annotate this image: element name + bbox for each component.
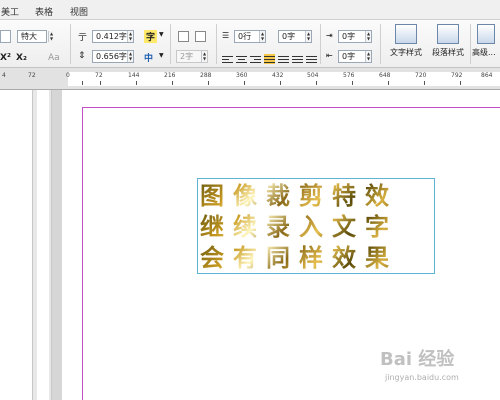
subscript-button[interactable]: X₂ — [16, 53, 27, 63]
text-style-button[interactable]: 文字样式 — [386, 24, 426, 64]
margin-guide-left — [82, 107, 83, 400]
ruler-label: 0 — [66, 72, 70, 79]
align-distribute-button[interactable] — [278, 54, 289, 64]
ruler-label: 504 — [307, 72, 319, 79]
paragraph-style-button[interactable]: 段落样式 — [428, 24, 468, 64]
indent-left-icon: ⇤ — [326, 51, 333, 60]
chevron-down-icon[interactable]: ▼ — [159, 31, 164, 38]
align-left-button[interactable] — [222, 54, 233, 64]
separator — [470, 24, 471, 64]
align-vertical-button[interactable] — [306, 54, 317, 64]
line-spacing-icon: ⇕ — [78, 51, 86, 61]
ruler-tick — [424, 81, 425, 85]
indent-left-arrows[interactable]: ▲ ▼ — [365, 51, 371, 62]
advanced-icon — [477, 24, 495, 44]
ruler-tick — [352, 81, 353, 85]
ruler-label: 792 — [451, 72, 463, 79]
menu-bar: 美工 表格 视图 — [0, 0, 500, 20]
ruler-label: 864 — [481, 72, 493, 79]
ruler-label: 720 — [415, 72, 427, 79]
ruler-tick — [82, 81, 83, 85]
menu-item-table[interactable]: 表格 — [35, 5, 53, 18]
margin-guide-top — [82, 107, 500, 108]
text-line-2[interactable]: 继续录入文字 — [200, 212, 398, 242]
separator — [70, 24, 71, 64]
space-before-arrows[interactable]: ▲ ▼ — [259, 31, 265, 42]
indent-left-icon[interactable] — [178, 31, 189, 42]
paragraph-style-icon — [437, 24, 459, 44]
menu-item-art[interactable]: 美工 — [1, 5, 19, 18]
ruler-label: 4 — [2, 72, 6, 79]
char-spacing-icon: 亍 — [78, 33, 88, 43]
align-right-button[interactable] — [250, 54, 261, 64]
ruler-tick — [316, 81, 317, 85]
ruler-tick — [172, 81, 173, 85]
ruler-label: 432 — [272, 72, 284, 79]
ruler-label: 648 — [379, 72, 391, 79]
font-size-label[interactable]: Aa — [48, 53, 60, 63]
ruler-tick — [244, 81, 245, 85]
text-style-icon — [395, 24, 417, 44]
indent-right-icon[interactable] — [195, 31, 206, 42]
line-spacing-arrows[interactable]: ▲ ▼ — [127, 51, 133, 62]
menu-item-view[interactable]: 视图 — [70, 5, 88, 18]
ruler-label: 72 — [95, 72, 103, 79]
char-zhong-button[interactable]: 中 — [144, 51, 153, 64]
char-highlight-button[interactable]: 字 — [144, 30, 158, 43]
ruler-tick — [280, 81, 281, 85]
watermark-logo: Bai 经验 — [380, 349, 455, 370]
space-after-arrows[interactable]: ▲ ▼ — [305, 31, 311, 42]
text-frame[interactable]: 图像裁剪特效 继续录入文字 会有同样效果 — [197, 178, 435, 274]
ruler-label: 576 — [343, 72, 355, 79]
vertical-ruler[interactable] — [32, 90, 52, 400]
horizontal-ruler[interactable]: 4 72 0 72 144 216 288 360 432 504 576 64… — [0, 68, 500, 90]
text-line-1[interactable]: 图像裁剪特效 — [200, 181, 398, 211]
ruler-label: 144 — [128, 72, 140, 79]
space-before-icon: ☰ — [222, 31, 230, 40]
align-center-button[interactable] — [236, 54, 247, 64]
text-line-3[interactable]: 会有同样效果 — [200, 243, 398, 273]
separator — [216, 24, 217, 64]
ruler-label: 288 — [200, 72, 212, 79]
left-panel — [0, 90, 32, 400]
ribbon-toolbar: X² X₂ 特大 ▲ ▼ Aa 亍 0.412字 ▲ ▼ ⇕ 0.656字 ▲ ▼ 字… — [0, 20, 500, 68]
separator — [170, 24, 171, 64]
ruler-tick — [208, 81, 209, 85]
ruler-tick — [460, 81, 461, 85]
superscript-button[interactable]: X² — [0, 53, 11, 63]
ruler-tick — [136, 81, 137, 85]
ruler-label: 216 — [164, 72, 176, 79]
char-spacing-arrows[interactable]: ▲ ▼ — [127, 31, 133, 42]
indent-right-icon: ⇥ — [326, 31, 333, 40]
advanced-button[interactable]: 高级... — [472, 24, 500, 64]
ruler-tick — [100, 81, 101, 85]
font-family-spin[interactable] — [0, 30, 11, 43]
ruler-label: 360 — [236, 72, 248, 79]
font-size-arrows[interactable]: ▲ ▼ — [48, 31, 54, 42]
font-size-select[interactable]: 特大 — [17, 30, 47, 43]
indent-right-arrows[interactable]: ▲ ▼ — [365, 31, 371, 42]
ruler-tick — [388, 81, 389, 85]
paragraph-indent-arrows[interactable]: ▲ ▼ — [201, 51, 207, 62]
separator — [320, 24, 321, 64]
watermark-url: jingyan.baidu.com — [385, 373, 459, 382]
chevron-down-icon[interactable]: ▼ — [159, 52, 164, 59]
separator — [380, 24, 381, 64]
align-justify-button[interactable] — [264, 54, 275, 64]
ruler-label: 72 — [28, 72, 36, 79]
align-full-button[interactable] — [292, 54, 303, 64]
